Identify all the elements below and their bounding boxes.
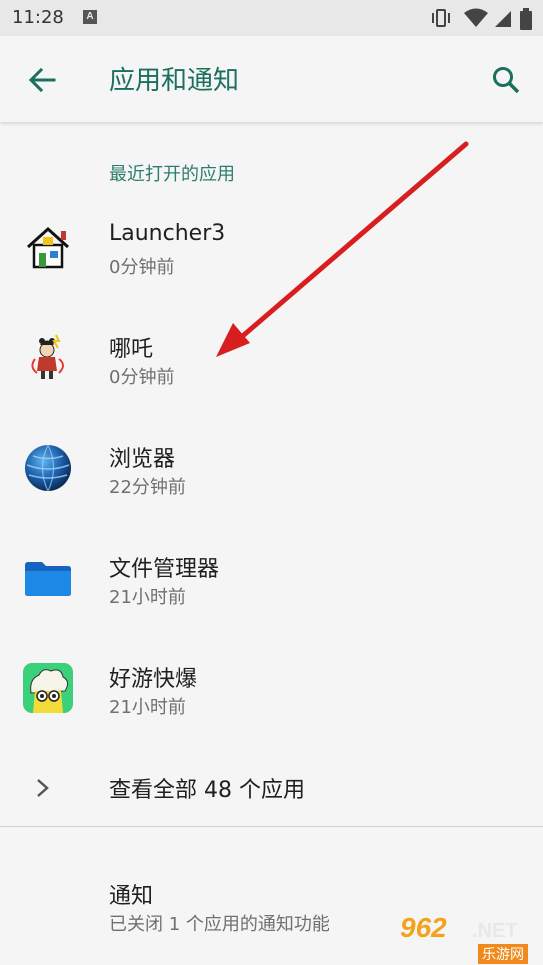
nezha-character-icon <box>31 334 64 379</box>
app-name: 浏览器 <box>109 447 176 472</box>
site-watermark: 962 .NET 乐游网 <box>400 912 540 964</box>
watermark-brand: 962 <box>400 912 447 943</box>
app-last-used: 22分钟前 <box>109 477 186 498</box>
folder-icon <box>25 562 71 596</box>
globe-icon <box>25 444 71 492</box>
battery-icon <box>520 8 532 30</box>
watermark-site: 乐游网 <box>478 944 528 964</box>
see-all-apps-label: 查看全部 48 个应用 <box>109 778 305 803</box>
recent-apps-header: 最近打开的应用 <box>109 164 235 185</box>
app-row-nezha[interactable]: 哪吒 0分钟前 <box>0 313 543 423</box>
notifications-title: 通知 <box>109 884 154 909</box>
signal-icon <box>495 11 511 27</box>
app-bar: 应用和通知 <box>0 36 543 122</box>
arrow-back-icon[interactable] <box>26 64 58 96</box>
search-icon[interactable] <box>490 64 522 96</box>
app-name: 文件管理器 <box>109 557 220 582</box>
app-last-used: 0分钟前 <box>109 367 175 388</box>
app-row-browser[interactable]: 浏览器 22分钟前 <box>0 423 543 533</box>
vibrate-icon <box>432 9 450 27</box>
wifi-icon <box>464 8 488 27</box>
app-row-haoyou-kuaibao[interactable]: 好游快爆 21小时前 <box>0 643 543 753</box>
divider <box>0 826 543 827</box>
chevron-right-icon <box>37 779 49 797</box>
app-row-launcher3[interactable]: Launcher3 0分钟前 <box>0 203 543 313</box>
notification-badge: A <box>83 10 97 24</box>
notifications-summary: 已关闭 1 个应用的通知功能 <box>109 914 330 935</box>
status-time: 11:28 <box>12 7 64 28</box>
status-bar: 11:28 A <box>0 0 543 36</box>
app-name: 好游快爆 <box>109 667 198 692</box>
page-title: 应用和通知 <box>109 66 240 96</box>
app-name: 哪吒 <box>109 337 154 362</box>
see-all-apps-row[interactable]: 查看全部 48 个应用 <box>0 760 543 816</box>
app-row-file-manager[interactable]: 文件管理器 21小时前 <box>0 533 543 643</box>
app-last-used: 21小时前 <box>109 697 186 718</box>
app-name: Launcher3 <box>109 221 226 246</box>
haoyou-kuaibao-icon <box>23 663 73 713</box>
app-last-used: 21小时前 <box>109 587 186 608</box>
watermark-net: .NET <box>472 920 518 942</box>
app-last-used: 0分钟前 <box>109 257 175 278</box>
house-icon <box>26 226 70 269</box>
